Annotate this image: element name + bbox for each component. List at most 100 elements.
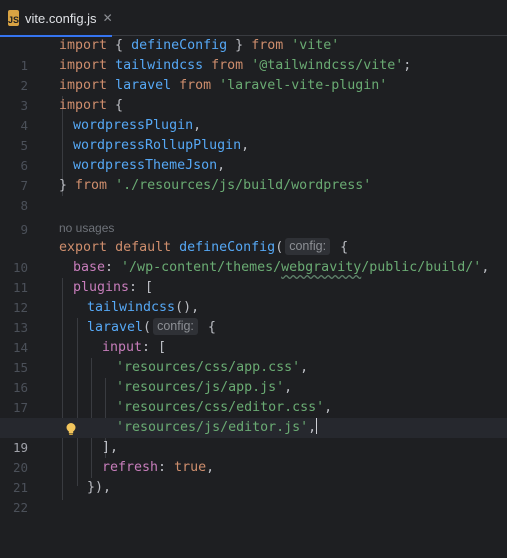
code-token: : — [105, 260, 122, 275]
code-token: { — [332, 240, 349, 255]
code-token: { — [107, 38, 132, 53]
code-token: 'vite' — [291, 38, 340, 53]
code-token: , — [300, 360, 309, 375]
parameter-hint: config: — [285, 238, 331, 255]
code-token: base — [73, 260, 106, 275]
code-line-22: 22 }), — [0, 478, 507, 515]
line-number: 9 — [20, 222, 28, 237]
code-line-15: 15 input: [ — [0, 338, 507, 375]
code-token: 'resources/js/editor.js' — [116, 420, 309, 435]
code-line-5: 5 wordpressPlugin, — [0, 116, 507, 153]
code-token: import — [59, 38, 108, 53]
code-token: input — [102, 340, 143, 355]
code-token: , — [217, 158, 226, 173]
code-token: wordpressRollupPlugin — [73, 138, 242, 153]
code-token: from — [211, 58, 244, 73]
code-token: plugins — [73, 280, 130, 295]
tab-filename: vite.config.js — [25, 10, 97, 26]
code-line-11: 11 base: '/wp-content/themes/webgravity/… — [0, 258, 507, 295]
code-line-7: 7 wordpressThemeJson, — [0, 156, 507, 193]
code-token: /public/build/' — [361, 260, 482, 275]
code-token: tailwindcss — [115, 58, 204, 73]
code-token: , — [284, 380, 293, 395]
code-token: laravel — [87, 320, 144, 335]
code-token: , — [241, 138, 250, 153]
code-token: refresh — [102, 460, 159, 475]
code-token: , — [481, 260, 490, 275]
code-token: (), — [175, 300, 200, 315]
code-token: export — [59, 240, 108, 255]
code-line-4: 4 import { — [0, 96, 507, 133]
code-token: '@tailwindcss/vite' — [251, 58, 404, 73]
code-token: { — [107, 98, 124, 113]
code-line-1: 1 import { defineConfig } from 'vite' — [0, 36, 507, 73]
code-token: : [ — [129, 280, 154, 295]
code-token: from — [179, 78, 212, 93]
js-file-icon: JS — [8, 10, 20, 26]
code-token: from — [251, 38, 284, 53]
code-token: './resources/js/build/wordpress' — [115, 178, 372, 193]
code-line-14: 14 laravel(config: { — [0, 318, 507, 355]
code-token: default — [115, 240, 172, 255]
code-token: laravel — [115, 78, 172, 93]
code-token: 'laravel-vite-plugin' — [219, 78, 388, 93]
code-line-17: 17 'resources/js/app.js', — [0, 378, 507, 415]
code-line-20: 20 ], — [0, 438, 507, 475]
parameter-hint: config: — [153, 318, 198, 335]
code-token: { — [199, 320, 216, 335]
code-line-12: 12 plugins: [ — [0, 278, 507, 315]
code-line-16: 16 'resources/css/app.css', — [0, 358, 507, 395]
inlay-no-usages[interactable]: no usages — [59, 218, 114, 238]
code-token: , — [324, 400, 333, 415]
code-token: from — [75, 178, 108, 193]
code-token: '/wp-content/themes/ — [121, 260, 282, 275]
code-token: defineConfig — [131, 38, 228, 53]
code-line-18: 18 'resources/css/editor.css', — [0, 398, 507, 435]
code-token: 'resources/css/editor.css' — [116, 400, 325, 415]
code-token: defineConfig — [179, 240, 276, 255]
spelling-typo[interactable]: webgravity — [281, 260, 361, 275]
code-token: : — [158, 460, 175, 475]
code-token: import — [59, 98, 108, 113]
code-token: ; — [403, 58, 412, 73]
code-token: }), — [87, 480, 112, 495]
text-cursor — [316, 418, 318, 434]
code-line-2: 2 import tailwindcss from '@tailwindcss/… — [0, 56, 507, 93]
code-token: , — [308, 420, 317, 435]
close-icon[interactable]: ✕ — [103, 11, 113, 25]
code-token: wordpressPlugin — [73, 118, 194, 133]
code-line-8: 8 } from './resources/js/build/wordpress… — [0, 176, 507, 213]
editor-tab-bar: JS vite.config.js ✕ — [0, 0, 507, 37]
code-token: } — [59, 178, 76, 193]
code-line-13: 13 tailwindcss(), — [0, 298, 507, 335]
code-token: tailwindcss — [87, 300, 176, 315]
code-token: wordpressThemeJson — [73, 158, 218, 173]
code-line-10: 10 export default defineConfig(config: { — [0, 238, 507, 275]
code-token: ( — [275, 240, 284, 255]
lightbulb-icon[interactable] — [64, 422, 78, 436]
code-token: import — [59, 58, 108, 73]
code-line-19-current: 19 'resources/js/editor.js', — [0, 418, 507, 455]
code-token: true — [174, 460, 207, 475]
tab-vite-config[interactable]: JS vite.config.js ✕ — [0, 0, 113, 37]
code-token: import — [59, 78, 108, 93]
code-line-3: 3 import laravel from 'laravel-vite-plug… — [0, 76, 507, 113]
code-token: ( — [143, 320, 152, 335]
code-line-6: 6 wordpressRollupPlugin, — [0, 136, 507, 173]
code-editor[interactable]: 1 import { defineConfig } from 'vite' 2 … — [0, 36, 507, 515]
code-token: : [ — [142, 340, 167, 355]
code-token: 'resources/js/app.js' — [116, 380, 285, 395]
code-token: , — [193, 118, 202, 133]
code-token: } — [227, 38, 252, 53]
code-token: ], — [102, 440, 119, 455]
line-number: 22 — [12, 500, 28, 515]
